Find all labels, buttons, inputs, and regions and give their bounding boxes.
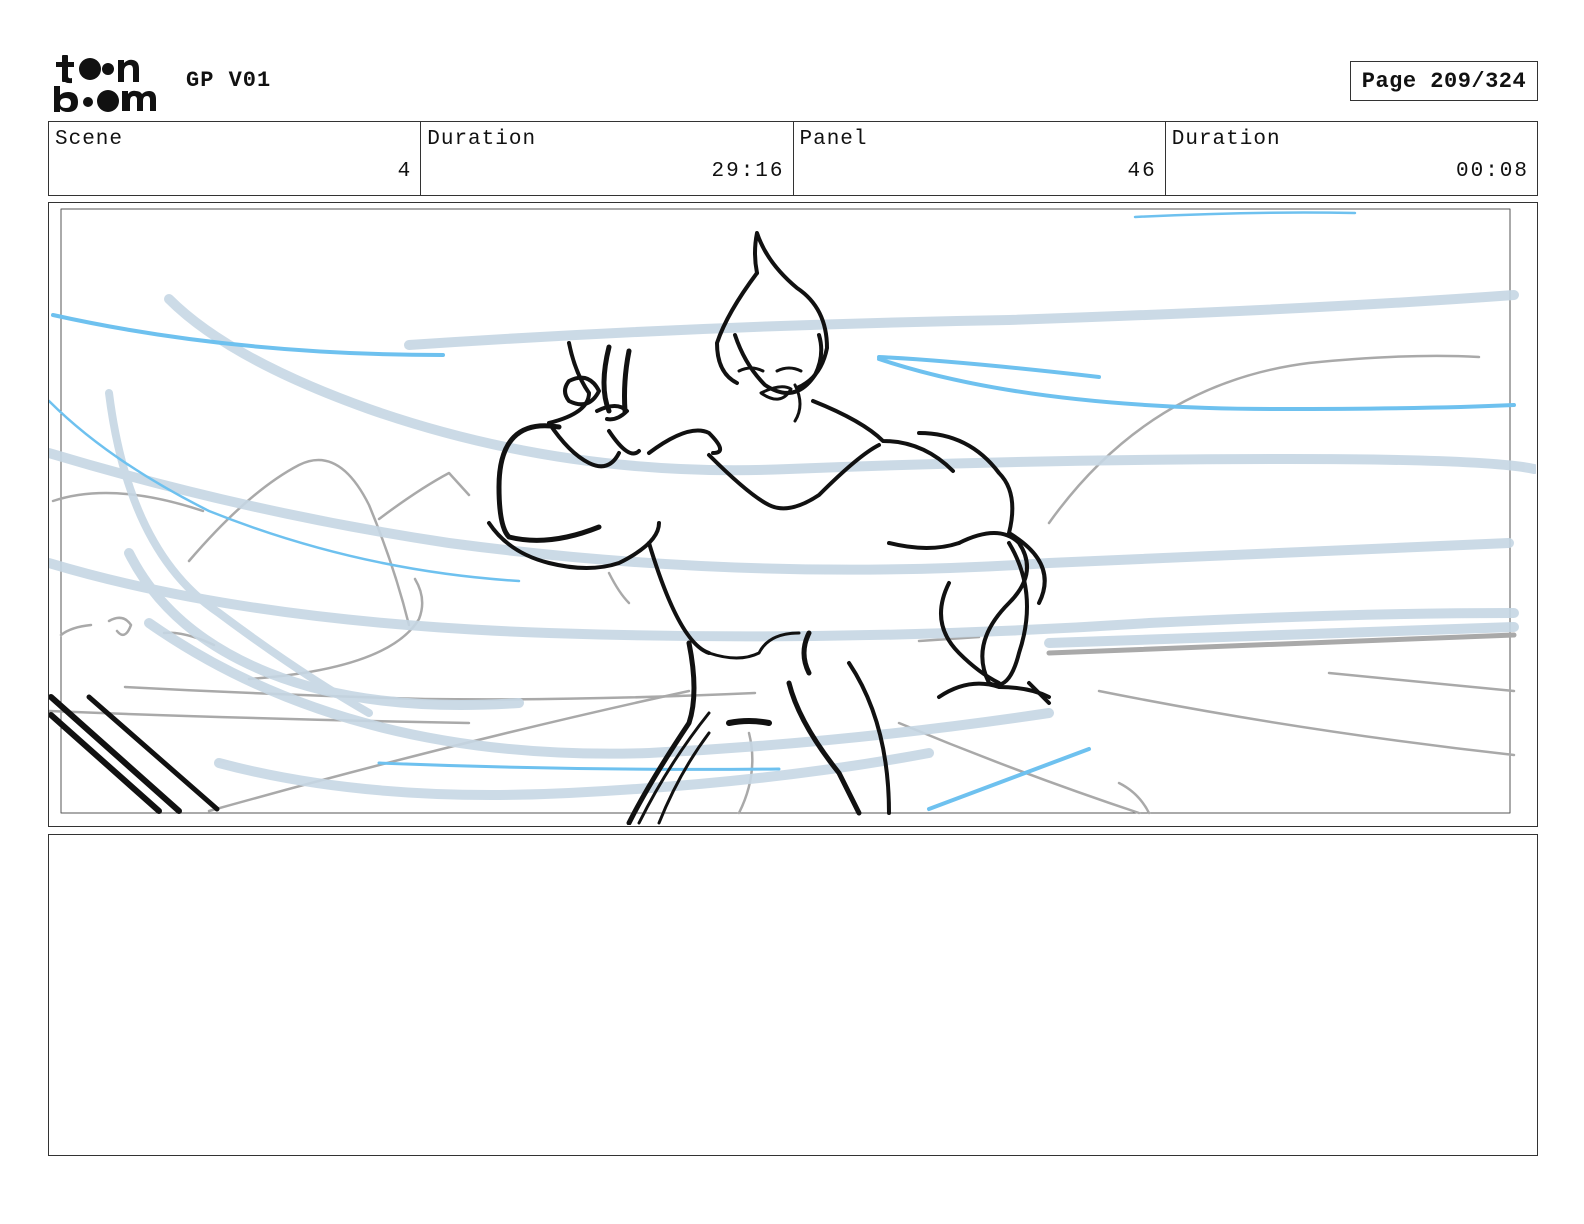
page-number: Page 209/324 xyxy=(1350,61,1538,101)
wind-streaks-light xyxy=(49,290,1536,800)
scene-value: 4 xyxy=(397,160,413,183)
panel-cell: Panel 46 xyxy=(794,122,1166,195)
storyboard-panel xyxy=(48,202,1538,827)
toon-boom-logo xyxy=(54,55,156,112)
panel-label: Panel xyxy=(799,128,868,151)
project-title: GP V01 xyxy=(186,68,272,93)
panel-duration-value: 00:08 xyxy=(1455,160,1529,183)
panel-info-table: Scene 4 Duration 29:16 Panel 46 Duration… xyxy=(48,121,1538,196)
panel-value: 46 xyxy=(1127,160,1157,183)
panel-drawing xyxy=(49,208,1536,825)
logo-mark xyxy=(54,55,156,112)
scene-duration-value: 29:16 xyxy=(711,160,785,183)
scene-label: Scene xyxy=(55,128,124,151)
notes-box xyxy=(48,834,1538,1156)
scene-duration-cell: Duration 29:16 xyxy=(421,122,794,195)
panel-duration-label: Duration xyxy=(1171,128,1281,151)
scene-cell: Scene 4 xyxy=(49,122,422,195)
panel-duration-cell: Duration 00:08 xyxy=(1166,122,1537,195)
scene-duration-label: Duration xyxy=(427,128,537,151)
